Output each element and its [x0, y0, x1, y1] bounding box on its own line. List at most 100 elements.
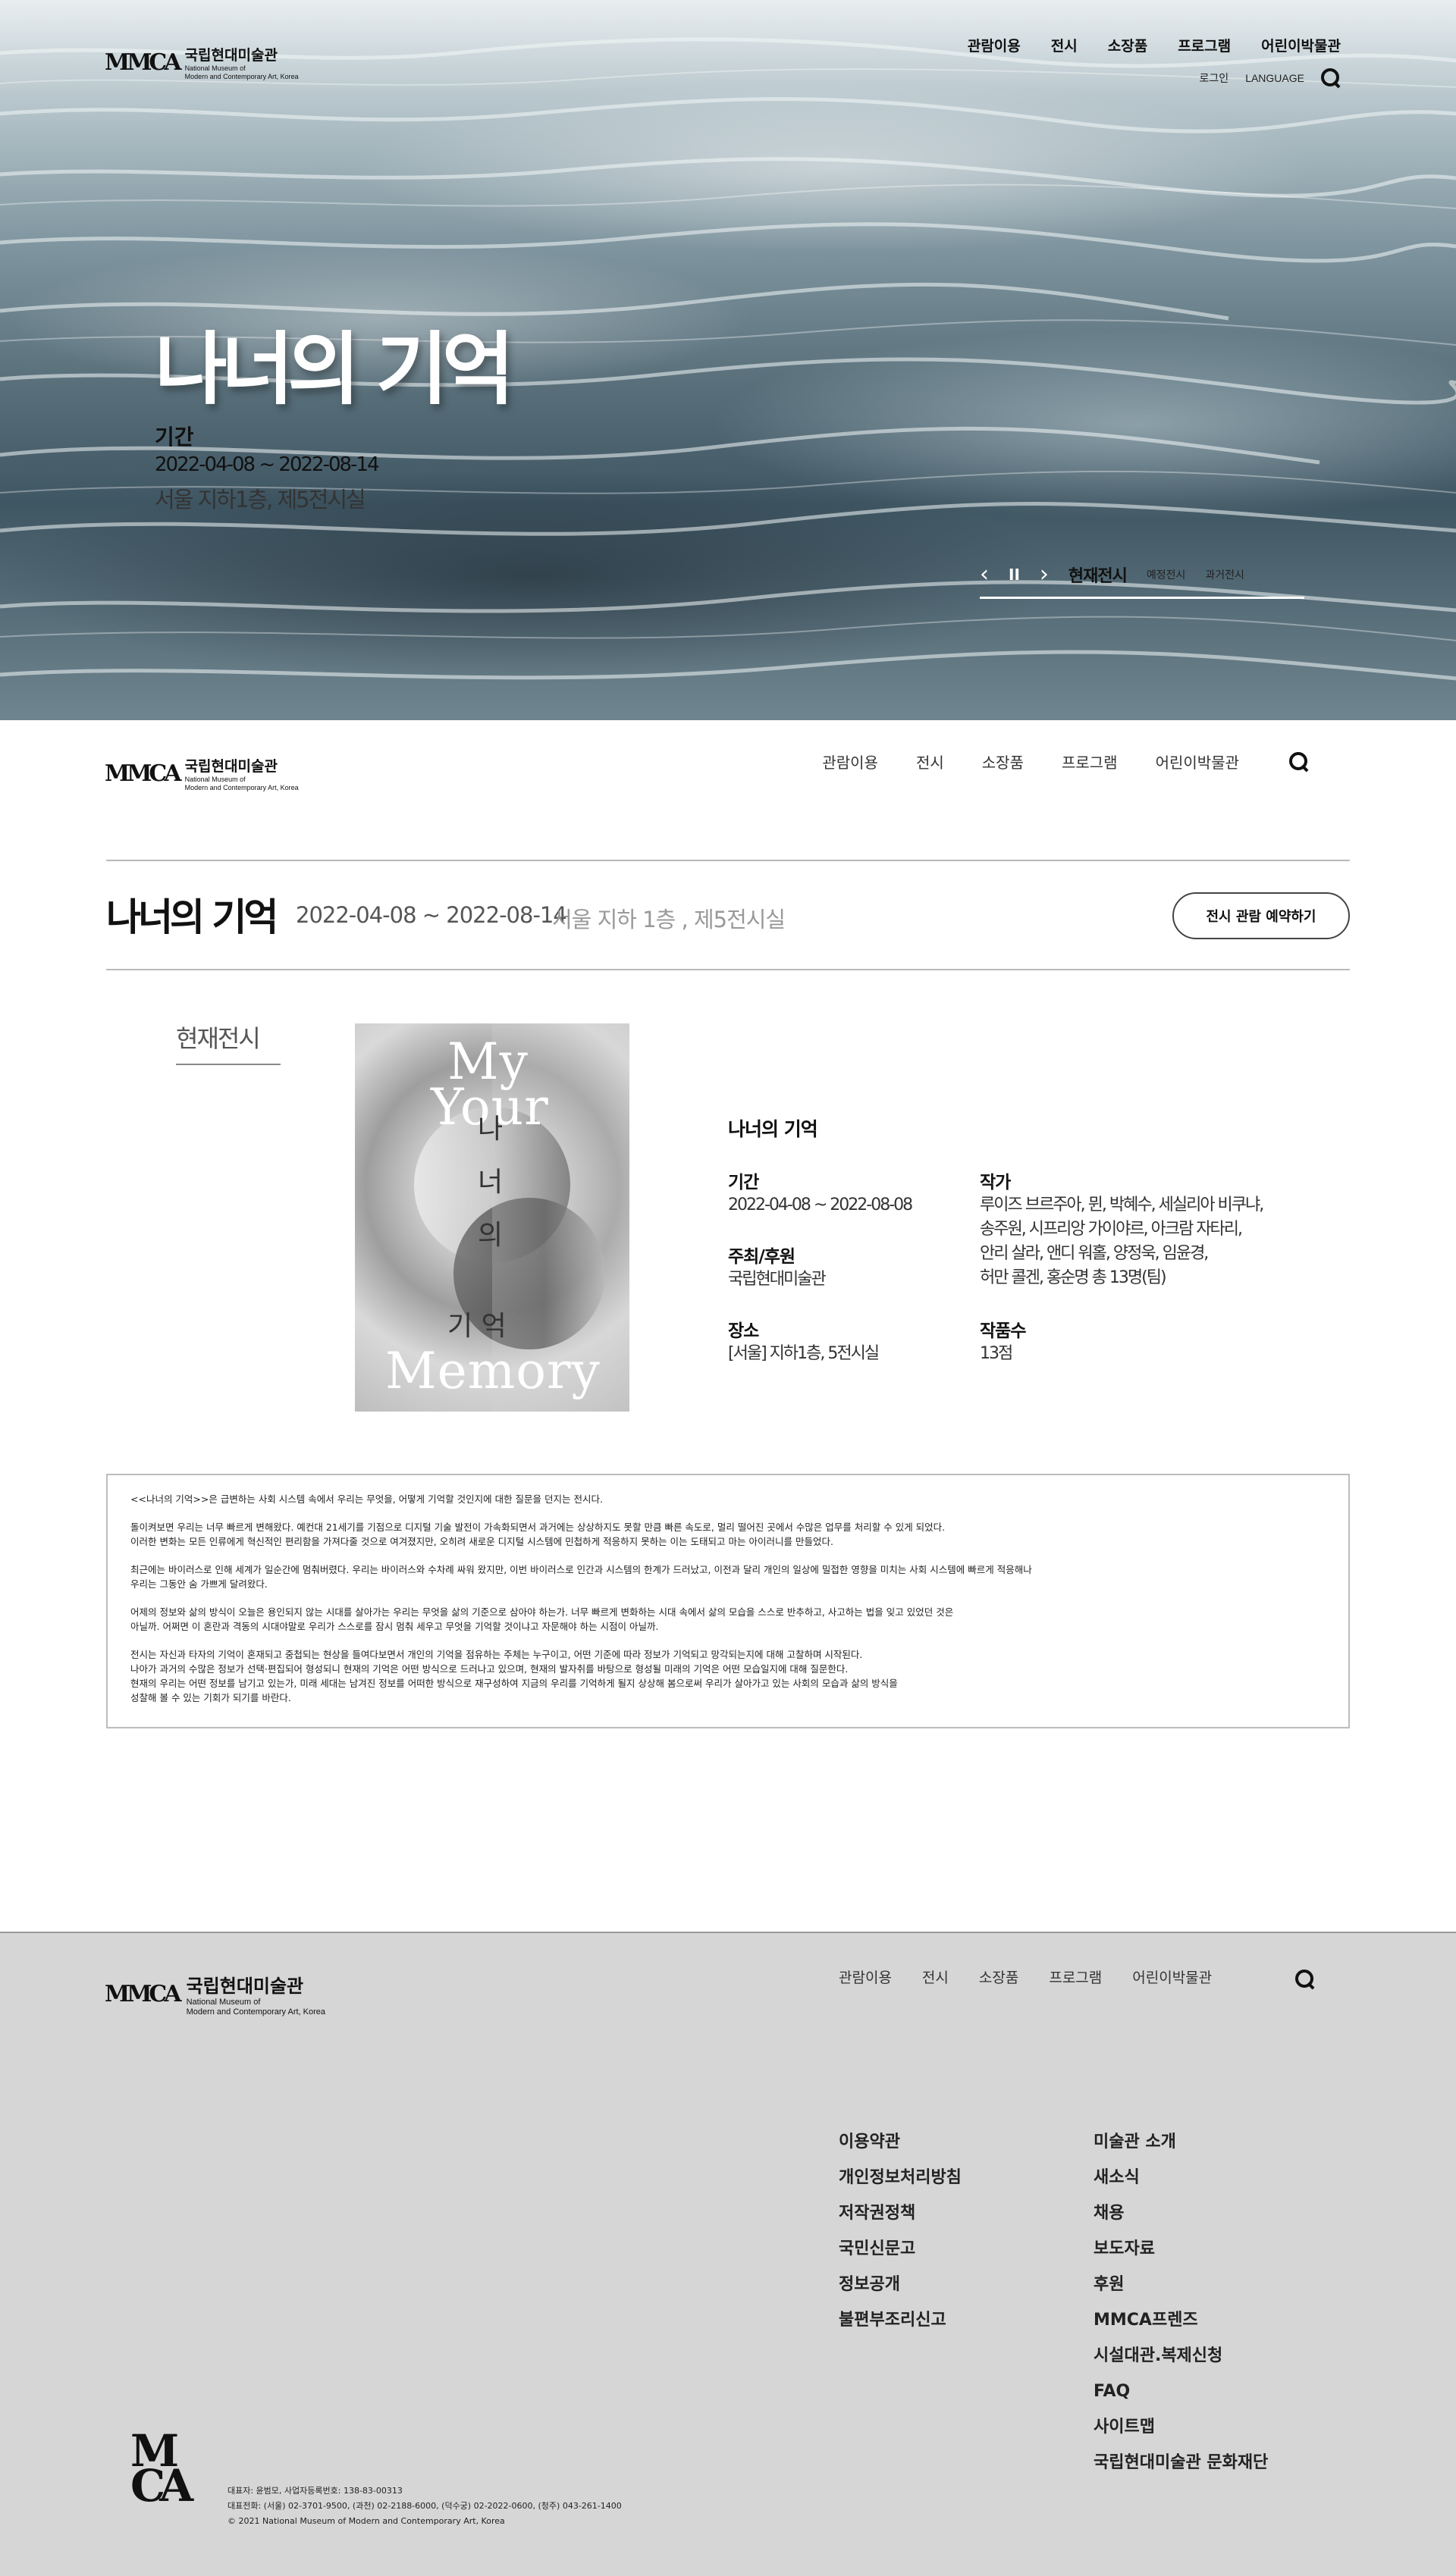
logo-name-en-2: Modern and Contemporary Art, Korea	[184, 73, 299, 80]
artist-label: 작가	[980, 1173, 1011, 1192]
nav-exhibition[interactable]: 전시	[922, 1966, 949, 1987]
link-recruit[interactable]: 채용	[1094, 2203, 1268, 2224]
nav-program[interactable]: 프로그램	[1062, 751, 1118, 772]
copyright: © 2021 National Museum of Modern and Con…	[228, 2516, 505, 2526]
link-info-disclosure[interactable]: 정보공개	[839, 2274, 962, 2296]
logo-name-ko: 국립현대미술관	[184, 758, 278, 775]
footer-company-info: 대표자: 윤범모, 사업자등록번호: 138-83-00313 대표전화: (서…	[228, 2484, 622, 2529]
logo-text: 국립현대미술관 National Museum of Modern and Co…	[185, 44, 299, 81]
artist-line: 루이즈 브르주아, 뮌, 박혜수, 세실리아 비쿠냐,	[980, 1196, 1264, 1214]
logo-name-en-1: National Museum of	[184, 776, 246, 783]
artist-line: 송주원, 시프리앙 가이야르, 아크람 자타리,	[980, 1220, 1243, 1239]
poster-text: 나	[478, 1114, 504, 1145]
nav-kids-museum[interactable]: 어린이박물관	[1156, 751, 1239, 772]
nav-exhibition[interactable]: 전시	[1051, 35, 1078, 55]
link-friends[interactable]: MMCA프렌즈	[1094, 2310, 1268, 2331]
nav-visit[interactable]: 관람이용	[968, 35, 1021, 55]
footer-logo[interactable]: MMCA 국립현대미술관 National Museum of Modern a…	[105, 1971, 325, 2017]
footer: MMCA 국립현대미술관 National Museum of Modern a…	[0, 1932, 1456, 2576]
mmca-mark: MMCA	[105, 760, 182, 787]
description-line: 최근에는 바이러스로 인해 세계가 일순간에 멈춰버렸다. 우리는 바이러스와 …	[130, 1564, 1032, 1575]
nav-visit[interactable]: 관람이용	[839, 1966, 892, 1987]
logo-name-en-2: Modern and Contemporary Art, Korea	[186, 2007, 326, 2017]
utility-menu: 로그인 LANGUAGE	[1200, 68, 1341, 88]
divider	[106, 860, 1350, 861]
logo-text: 국립현대미술관 National Museum of Modern and Co…	[185, 755, 299, 792]
logo-name-ko: 국립현대미술관	[186, 1976, 304, 1997]
sub-main-nav: 관람이용 전시 소장품 프로그램 어린이박물관	[822, 751, 1239, 772]
link-copyright-policy[interactable]: 저작권정책	[839, 2203, 962, 2224]
tab-current-exhibition[interactable]: 현재전시	[176, 1020, 281, 1065]
artist-line: 허만 콜겐, 홍순명 총 13명(팀)	[980, 1268, 1167, 1287]
company-info-line: 대표자: 윤범모, 사업자등록번호: 138-83-00313	[228, 2486, 403, 2496]
exhibition-poster: My Your 나 너 의 기 억 Memory	[355, 1023, 629, 1412]
description-line: 어제의 정보와 삶의 방식이 오늘은 용인되지 않는 시대를 살아가는 우리는 …	[130, 1606, 954, 1618]
host-value: 국립현대미술관	[728, 1270, 827, 1289]
logo-name-en-1: National Museum of	[186, 1998, 261, 2007]
chevron-right-icon[interactable]: ›	[1040, 561, 1049, 588]
nav-kids-museum[interactable]: 어린이박물관	[1261, 35, 1341, 55]
footer-nav: 관람이용 전시 소장품 프로그램 어린이박물관	[839, 1966, 1212, 1987]
language-link[interactable]: LANGUAGE	[1245, 72, 1304, 84]
link-support[interactable]: 후원	[1094, 2274, 1268, 2296]
poster-text: 의	[478, 1220, 504, 1251]
link-civil-petition[interactable]: 국민신문고	[839, 2239, 962, 2260]
description-line: 현재의 우리는 어떤 정보를 남기고 있는가, 미래 세대는 남겨진 정보를 어…	[130, 1678, 898, 1689]
search-icon[interactable]	[1321, 68, 1341, 88]
divider	[106, 969, 1350, 970]
nav-collection[interactable]: 소장품	[1108, 35, 1147, 55]
description-line: 아닐까. 어쩌면 이 혼란과 격동의 시대야말로 우리가 스스로를 잠시 멈춰 …	[130, 1621, 659, 1632]
description-line: <<나너의 기억>>은 급변하는 사회 시스템 속에서 우리는 무엇을, 어떻게…	[130, 1493, 603, 1505]
exhibition-date: 2022-04-08 ~ 2022-08-14	[296, 902, 567, 928]
hero-main-nav: 관람이용 전시 소장품 프로그램 어린이박물관	[968, 35, 1341, 55]
link-privacy-policy[interactable]: 개인정보처리방침	[839, 2167, 962, 2189]
info-title: 나너의 기억	[728, 1118, 818, 1140]
logo-name-ko: 국립현대미술관	[184, 47, 278, 64]
link-faq[interactable]: FAQ	[1094, 2381, 1268, 2402]
hero-period-label: 기간	[155, 425, 194, 450]
footer-policy-links: 이용약관 개인정보처리방침 저작권정책 국민신문고 정보공개 불편부조리신고	[839, 2132, 962, 2331]
link-about[interactable]: 미술관 소개	[1094, 2132, 1268, 2153]
link-report[interactable]: 불편부조리신고	[839, 2310, 962, 2331]
reserve-button[interactable]: 전시 관람 예약하기	[1172, 892, 1350, 939]
nav-program[interactable]: 프로그램	[1178, 35, 1231, 55]
hero-title: 나너의 기억	[155, 323, 515, 415]
link-foundation[interactable]: 국립현대미술관 문화재단	[1094, 2452, 1268, 2474]
nav-collection[interactable]: 소장품	[979, 1966, 1018, 1987]
mmca-mark: MMCA	[105, 49, 182, 76]
exhibition-place: 서울 지하 1층 , 제5전시실	[552, 907, 786, 932]
sub-header-logo[interactable]: MMCA 국립현대미술관 National Museum of Modern a…	[105, 755, 299, 792]
link-terms[interactable]: 이용약관	[839, 2132, 962, 2153]
nav-visit[interactable]: 관람이용	[822, 751, 878, 772]
logo-name-en-1: National Museum of	[184, 64, 246, 72]
description-line: 성찰해 볼 수 있는 기회가 되기를 바란다.	[130, 1692, 291, 1703]
search-icon[interactable]	[1295, 1970, 1315, 1989]
tab-upcoming-exhibition[interactable]: 예정전시	[1147, 567, 1186, 582]
host-label: 주최/후원	[728, 1247, 795, 1267]
description-line: 이러한 변화는 모든 인류에게 혁신적인 편리함을 가져다줄 것으로 여겨졌지만…	[130, 1536, 833, 1547]
description-line: 전시는 자신과 타자의 기억이 혼재되고 중첩되는 현상을 들여다보면서 개인의…	[130, 1649, 863, 1660]
company-info-line: 대표전화: (서울) 02-3701-9500, (과천) 02-2188-60…	[228, 2501, 622, 2511]
tab-current-exhibition[interactable]: 현재전시	[1068, 563, 1128, 587]
nav-collection[interactable]: 소장품	[982, 751, 1024, 772]
hero-place: 서울 지하1층, 제5전시실	[155, 487, 366, 512]
header-logo[interactable]: MMCA 국립현대미술관 National Museum of Modern a…	[105, 44, 299, 81]
link-sitemap[interactable]: 사이트맵	[1094, 2417, 1268, 2438]
exhibition-description: <<나너의 기억>>은 급변하는 사회 시스템 속에서 우리는 무엇을, 어떻게…	[106, 1474, 1350, 1728]
link-press[interactable]: 보도자료	[1094, 2239, 1268, 2260]
logo-name-en-2: Modern and Contemporary Art, Korea	[184, 784, 299, 791]
login-link[interactable]: 로그인	[1200, 71, 1229, 86]
link-news[interactable]: 새소식	[1094, 2167, 1268, 2189]
search-icon[interactable]	[1289, 752, 1309, 772]
chevron-left-icon[interactable]: ‹	[980, 561, 989, 588]
nav-exhibition[interactable]: 전시	[916, 751, 944, 772]
footer-site-links: 미술관 소개 새소식 채용 보도자료 후원 MMCA프렌즈 시설대관.복제신청 …	[1094, 2132, 1268, 2474]
nav-program[interactable]: 프로그램	[1049, 1966, 1102, 1987]
mmca-mark: MMCA	[105, 1980, 182, 2007]
link-rental[interactable]: 시설대관.복제신청	[1094, 2346, 1268, 2367]
nav-kids-museum[interactable]: 어린이박물관	[1132, 1966, 1212, 1987]
poster-text: 너	[478, 1167, 504, 1198]
tab-past-exhibition[interactable]: 과거전시	[1205, 567, 1244, 582]
logo-text: 국립현대미술관 National Museum of Modern and Co…	[187, 1971, 325, 2017]
pause-icon[interactable]: II	[1009, 566, 1020, 584]
